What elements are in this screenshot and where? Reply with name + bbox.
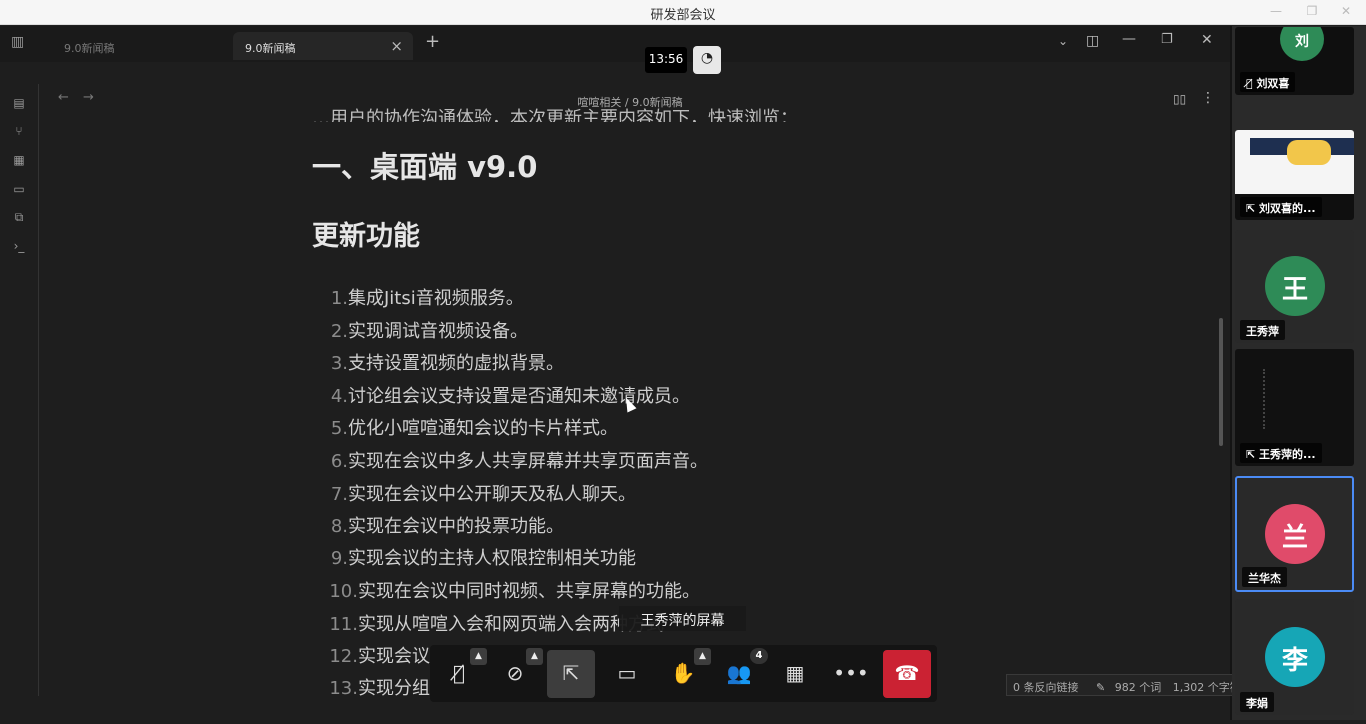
meeting-toolbar: 🎙̸ ▲ ⊘ ▲ ⇱ ▭ ✋ ▲ 👥 ▦ ••• ☎	[430, 645, 937, 702]
screen-thumbnail	[1235, 130, 1354, 194]
participant-name: ⇱ 刘双喜的...	[1240, 197, 1322, 217]
participant-tile[interactable]: ⇱ 刘双喜的...	[1235, 130, 1354, 220]
grid-icon: ▦	[785, 661, 805, 685]
note-content: ← → 喧喧相关 / 9.0新闻稿 ▯▯ ⋮ …用户的协作沟通体验，本次更新主要…	[40, 84, 1230, 696]
performance-icon[interactable]: ◔	[693, 46, 721, 74]
partial-paragraph: …用户的协作沟通体验，本次更新主要内容如下，快速浏览：	[312, 108, 798, 122]
participant-tile[interactable]: 李 李娟	[1235, 599, 1354, 715]
tab-label: 9.0新闻稿	[64, 42, 115, 55]
camera-off-icon: ⊘	[506, 661, 524, 685]
char-count: 1,302 个字符	[1172, 681, 1241, 694]
canvas-icon[interactable]: ▦	[11, 153, 27, 169]
phone-icon: ☎	[894, 661, 920, 685]
graph-icon[interactable]: ⑂	[11, 124, 27, 140]
share-screen-icon: ⇱	[562, 661, 580, 685]
restore-icon[interactable]: ❐	[1302, 4, 1322, 21]
avatar: 兰	[1265, 504, 1325, 564]
chevron-down-icon[interactable]: ⌄	[1058, 34, 1068, 48]
screen-share-button[interactable]: ⇱	[547, 650, 595, 698]
obsidian-close-icon[interactable]: ✕	[1201, 32, 1213, 48]
avatar: 李	[1265, 627, 1325, 687]
participant-name: 兰华杰	[1242, 567, 1287, 587]
participants-icon: 👥	[726, 661, 752, 685]
screen-share-icon: ⇱	[1246, 202, 1260, 215]
left-ribbon: ▤ ⑂ ▦ ▭ ⧉ ›_	[0, 84, 39, 696]
list-item: 8.实现在会议中的投票功能。	[330, 516, 564, 537]
list-item: 1.集成Jitsi音视频服务。	[330, 288, 524, 309]
chevron-up-icon[interactable]: ▲	[694, 648, 711, 665]
status-bar: 0 条反向链接 ✎ 982 个词 1,302 个字符	[1006, 674, 1248, 696]
list-item: 6.实现在会议中多人共享屏幕并共享页面声音。	[330, 451, 708, 472]
heading-2: 更新功能	[312, 221, 420, 252]
hang-up-button[interactable]: ☎	[883, 650, 931, 698]
participant-name: 王秀萍	[1240, 320, 1285, 340]
chevron-up-icon[interactable]: ▲	[470, 648, 487, 665]
screen-share-label: 王秀萍的屏幕	[619, 606, 746, 631]
list-item: 11.实现从喧喧入会和网页端入会两种方式	[329, 614, 664, 635]
pencil-icon[interactable]: ✎	[1096, 681, 1105, 694]
file-icon[interactable]: ▤	[11, 96, 27, 112]
more-actions-button[interactable]: •••	[827, 650, 875, 698]
tab-active[interactable]: 9.0新闻稿 ×	[233, 32, 413, 60]
list-item: 5.优化小喧喧通知会议的卡片样式。	[330, 418, 618, 439]
participant-tile-active[interactable]: 兰 兰华杰	[1235, 476, 1354, 592]
participant-name: ⇱ 王秀萍的...	[1240, 443, 1322, 463]
hand-icon: ✋	[670, 661, 696, 685]
obsidian-restore-icon[interactable]: ❐	[1161, 32, 1173, 47]
screen-thumbnail	[1263, 369, 1303, 429]
thumbnail-illustration	[1287, 140, 1331, 165]
screen-share-icon: ⇱	[1246, 448, 1260, 461]
heading-1: 一、桌面端 v9.0	[312, 150, 538, 184]
mic-muted-icon: 🎙̸	[1246, 77, 1257, 90]
participant-tile[interactable]: 刘 🎙̸ 刘双喜	[1235, 27, 1354, 95]
list-item: 3.支持设置视频的虚拟背景。	[330, 353, 564, 374]
tile-view-button[interactable]: ▦	[771, 650, 819, 698]
list-item: 9.实现会议的主持人权限控制相关功能	[330, 548, 636, 569]
list-item: 12.实现会议	[329, 646, 430, 667]
split-view-icon[interactable]: ◫	[1086, 33, 1099, 49]
minimize-icon[interactable]: —	[1266, 4, 1286, 21]
mic-off-icon: 🎙̸	[452, 661, 465, 685]
reading-view-icon[interactable]: ▯▯	[1173, 92, 1186, 106]
list-item: 10.实现在会议中同时视频、共享屏幕的功能。	[329, 581, 700, 602]
sidebar-toggle-icon[interactable]: ▥	[11, 34, 24, 50]
tab-label: 9.0新闻稿	[245, 42, 296, 55]
terminal-icon[interactable]: ›_	[11, 239, 27, 255]
chat-icon: ▭	[617, 661, 637, 685]
participant-tile[interactable]: ⇱ 王秀萍的...	[1235, 349, 1354, 466]
meeting-timer: 13:56	[645, 47, 687, 73]
more-icon: •••	[833, 661, 869, 685]
list-item: 13.实现分组	[329, 678, 430, 696]
word-count: 982 个词	[1114, 681, 1162, 694]
tab-close-icon[interactable]: ×	[390, 37, 403, 55]
copy-icon[interactable]: ⧉	[11, 210, 27, 226]
window-titlebar: 研发部会议 — ❐ ✕	[0, 0, 1366, 25]
obsidian-minimize-icon[interactable]: —	[1122, 31, 1136, 47]
participant-name: 李娟	[1240, 692, 1274, 712]
calendar-icon[interactable]: ▭	[11, 182, 27, 198]
more-options-icon[interactable]: ⋮	[1201, 90, 1215, 106]
participant-strip: 刘 🎙̸ 刘双喜 ⇱ 刘双喜的... 王 王秀萍 ⇱ 王秀萍的... 兰 兰华杰…	[1232, 26, 1366, 720]
backlinks-count[interactable]: 0 条反向链接	[1013, 681, 1079, 694]
avatar: 王	[1265, 256, 1325, 316]
avatar: 刘	[1280, 27, 1324, 61]
chevron-up-icon[interactable]: ▲	[526, 648, 543, 665]
close-icon[interactable]: ✕	[1336, 4, 1356, 21]
new-tab-icon[interactable]: +	[425, 31, 440, 52]
list-item: 2.实现调试音视频设备。	[330, 321, 528, 342]
tab-inactive[interactable]: 9.0新闻稿	[52, 32, 232, 60]
obsidian-tabbar: ▥ 9.0新闻稿 9.0新闻稿 × + ⌄ ◫ — ❐ ✕	[0, 26, 1230, 62]
window-title: 研发部会议	[650, 8, 716, 23]
chat-button[interactable]: ▭	[603, 650, 651, 698]
list-item: 7.实现在会议中公开聊天及私人聊天。	[330, 484, 636, 505]
note-scrollbar[interactable]	[1219, 318, 1223, 446]
participant-tile[interactable]: 王 王秀萍	[1235, 230, 1354, 343]
participant-count-badge: 4	[750, 648, 768, 664]
participant-name: 🎙̸ 刘双喜	[1240, 72, 1296, 92]
